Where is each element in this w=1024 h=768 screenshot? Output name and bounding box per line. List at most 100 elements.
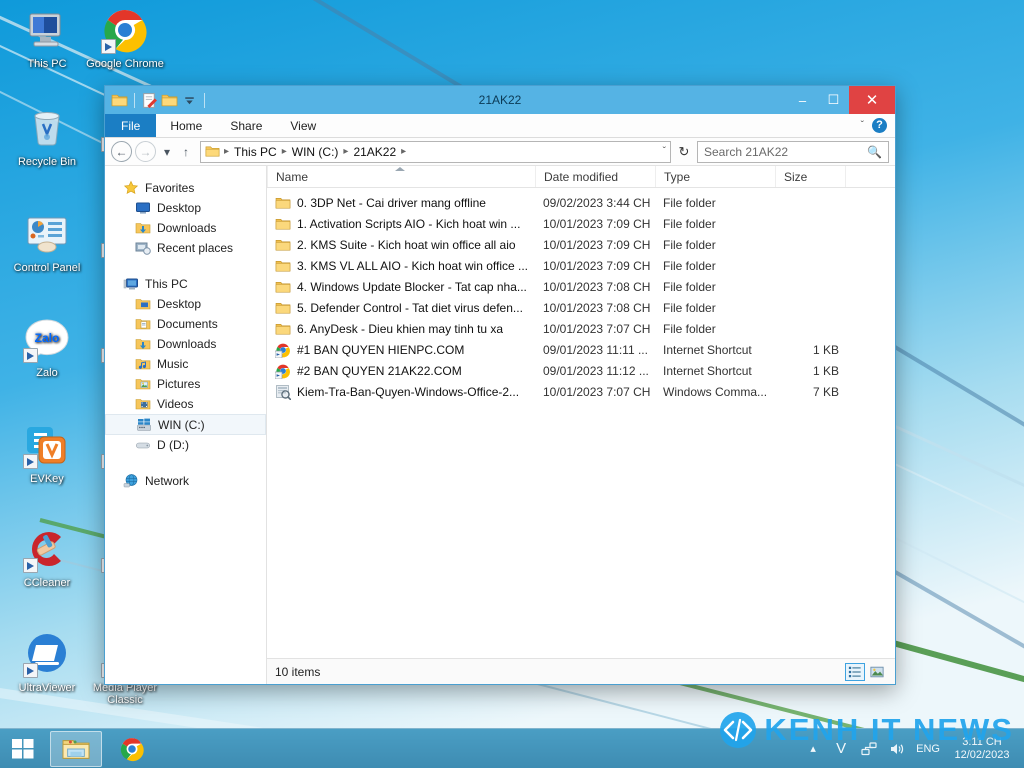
forward-button[interactable]: → <box>135 141 156 162</box>
desktop-icon-zalo[interactable]: Zalo Zalo <box>8 315 86 379</box>
network-tray-icon[interactable] <box>860 740 878 758</box>
ribbon-tabbar[interactable]: File Home Share View ˇ ? <box>105 114 895 138</box>
file-name-label: #1 BAN QUYEN HIENPC.COM <box>297 342 465 357</box>
minimize-button[interactable]: – <box>787 86 818 114</box>
downloads-folder-icon <box>135 220 151 236</box>
tab-file[interactable]: File <box>105 114 157 137</box>
file-name-cell[interactable]: 4. Windows Update Blocker - Tat cap nha.… <box>267 279 535 295</box>
chevron-down-icon[interactable]: ˇ <box>861 120 864 131</box>
file-name-cell[interactable]: #2 BAN QUYEN 21AK22.COM <box>267 363 535 379</box>
breadcrumb-tail: ˇ <box>663 146 666 157</box>
file-type-cell: File folder <box>663 216 716 231</box>
sidebar-item-this-pc[interactable]: This PC <box>105 274 266 294</box>
taskbar-chrome-button[interactable] <box>106 731 158 767</box>
details-view-icon[interactable] <box>845 662 865 681</box>
file-name-cell[interactable]: 0. 3DP Net - Cai driver mang offline <box>267 195 535 211</box>
system-tray[interactable]: ▴ V ENG 3:11 CH 12/02/2023 <box>804 729 1024 768</box>
file-name-cell[interactable]: 2. KMS Suite - Kich hoat win office all … <box>267 237 535 253</box>
ribbon-right-controls[interactable]: ˇ ? <box>861 114 895 137</box>
breadcrumb-this-pc[interactable]: This PC <box>231 145 280 159</box>
breadcrumb[interactable]: ▸ This PC ▸ WIN (C:) ▸ 21AK22 ▸ ˇ <box>200 140 671 163</box>
recent-locations-icon[interactable]: ▾ <box>159 141 175 162</box>
sidebar-item-label: Desktop <box>157 297 202 311</box>
file-name-cell[interactable]: Kiem-Tra-Ban-Quyen-Windows-Office-2... <box>267 384 535 400</box>
address-dropdown-icon[interactable]: ˇ <box>663 146 666 157</box>
back-button[interactable]: ← <box>111 141 132 162</box>
table-row[interactable]: #1 BAN QUYEN HIENPC.COM 09/01/2023 11:11 … <box>267 339 895 360</box>
sidebar-item-d-drive[interactable]: D (D:) <box>105 435 266 455</box>
sidebar-item-videos[interactable]: Videos <box>105 394 266 414</box>
view-mode-buttons[interactable] <box>845 662 887 681</box>
sidebar-item-downloads[interactable]: Downloads <box>105 334 266 354</box>
large-icons-view-icon[interactable] <box>867 663 887 681</box>
sidebar-item-network[interactable]: Network <box>105 471 266 491</box>
folder-icon <box>275 258 291 274</box>
breadcrumb-win-c[interactable]: WIN (C:) <box>289 145 342 159</box>
search-input[interactable]: Search 21AK22 🔍 <box>697 140 889 163</box>
table-row[interactable]: 6. AnyDesk - Dieu khien may tinh tu xa 10… <box>267 318 895 339</box>
help-icon[interactable]: ? <box>872 118 887 133</box>
clock[interactable]: 3:11 CH 12/02/2023 <box>950 736 1014 762</box>
breadcrumb-21ak22[interactable]: 21AK22 <box>350 145 399 159</box>
sidebar-item-recent-places[interactable]: Recent places <box>105 238 266 258</box>
taskbar[interactable]: ▴ V ENG 3:11 CH 12/02/2023 <box>0 728 1024 768</box>
sidebar-item-favorites[interactable]: Favorites <box>105 178 266 198</box>
table-row[interactable]: 1. Activation Scripts AIO - Kich hoat wi… <box>267 213 895 234</box>
sidebar-item-win-c[interactable]: WIN (C:) <box>105 414 266 435</box>
desktop-icon-control-panel[interactable]: Control Panel <box>8 210 86 274</box>
table-row[interactable]: #2 BAN QUYEN 21AK22.COM 09/01/2023 11:12 … <box>267 360 895 381</box>
table-row[interactable]: 3. KMS VL ALL AIO - Kich hoat win office… <box>267 255 895 276</box>
desktop-icon-evkey[interactable]: EVKey <box>8 421 86 485</box>
tab-view[interactable]: View <box>276 114 330 137</box>
table-row[interactable]: Kiem-Tra-Ban-Quyen-Windows-Office-2... 10… <box>267 381 895 402</box>
tab-home[interactable]: Home <box>156 114 216 137</box>
file-name-cell[interactable]: 1. Activation Scripts AIO - Kich hoat wi… <box>267 216 535 232</box>
desktop[interactable]: This PC Recycle Bin Control Panel Zalo Z… <box>0 0 1024 768</box>
table-row[interactable]: 2. KMS Suite - Kich hoat win office all … <box>267 234 895 255</box>
ultraviewer-icon <box>23 630 71 678</box>
sidebar-item-music[interactable]: Music <box>105 354 266 374</box>
file-date-cell: 10/01/2023 7:07 CH <box>543 321 651 336</box>
sidebar-item-desktop-fav[interactable]: Desktop <box>105 198 266 218</box>
refresh-button[interactable]: ↻ <box>674 144 694 160</box>
file-name-cell[interactable]: #1 BAN QUYEN HIENPC.COM <box>267 342 535 358</box>
file-name-cell[interactable]: 3. KMS VL ALL AIO - Kich hoat win office… <box>267 258 535 274</box>
sidebar-item-pictures[interactable]: Pictures <box>105 374 266 394</box>
up-button[interactable]: ↑ <box>178 141 194 162</box>
column-header-size[interactable]: Size <box>775 166 845 187</box>
evkey-tray-icon[interactable]: V <box>832 740 850 758</box>
table-row[interactable]: 4. Windows Update Blocker - Tat cap nha.… <box>267 276 895 297</box>
sidebar-item-documents[interactable]: Documents <box>105 314 266 334</box>
show-hidden-icons-button[interactable]: ▴ <box>804 740 822 758</box>
column-header-type[interactable]: Type <box>655 166 775 187</box>
table-row[interactable]: 5. Defender Control - Tat diet virus def… <box>267 297 895 318</box>
sidebar-item-desktop[interactable]: Desktop <box>105 294 266 314</box>
language-indicator[interactable]: ENG <box>916 743 940 755</box>
file-name-cell[interactable]: 6. AnyDesk - Dieu khien may tinh tu xa <box>267 321 535 337</box>
desktop-icon-this-pc[interactable]: This PC <box>8 6 86 70</box>
column-header-row[interactable]: Name Date modified Type Size <box>267 166 895 188</box>
desktop-icon-ccleaner[interactable]: CCleaner <box>8 525 86 589</box>
maximize-button[interactable]: ☐ <box>818 86 849 114</box>
desktop-icon-ultraviewer[interactable]: UltraViewer <box>8 630 86 694</box>
file-list-pane[interactable]: Name Date modified Type Size 0. 3DP Net … <box>267 166 895 684</box>
file-type-cell: Internet Shortcut <box>663 342 752 357</box>
file-list[interactable]: 0. 3DP Net - Cai driver mang offline 09/0… <box>267 188 895 658</box>
window-controls[interactable]: – ☐ ✕ <box>787 86 895 114</box>
taskbar-file-explorer-button[interactable] <box>50 730 102 767</box>
desktop-icon-google-chrome[interactable]: Google Chrome <box>86 6 164 70</box>
column-header-date-modified[interactable]: Date modified <box>535 166 655 187</box>
file-name-cell[interactable]: 5. Defender Control - Tat diet virus def… <box>267 300 535 316</box>
navigation-pane[interactable]: Favorites Desktop Downloads Recent place… <box>105 166 267 684</box>
close-button[interactable]: ✕ <box>849 86 895 114</box>
start-button[interactable] <box>0 729 46 768</box>
window-titlebar[interactable]: 21AK22 – ☐ ✕ <box>105 86 895 114</box>
volume-tray-icon[interactable] <box>888 740 906 758</box>
tab-share[interactable]: Share <box>216 114 276 137</box>
folder-icon <box>275 237 291 253</box>
file-explorer-window[interactable]: 21AK22 – ☐ ✕ File Home Share View ˇ ? ← … <box>104 85 896 685</box>
desktop-icon-recycle-bin[interactable]: Recycle Bin <box>8 104 86 168</box>
table-row[interactable]: 0. 3DP Net - Cai driver mang offline 09/0… <box>267 192 895 213</box>
address-bar[interactable]: ← → ▾ ↑ ▸ This PC ▸ WIN (C:) ▸ 21AK22 ▸ <box>105 138 895 166</box>
sidebar-item-downloads-fav[interactable]: Downloads <box>105 218 266 238</box>
